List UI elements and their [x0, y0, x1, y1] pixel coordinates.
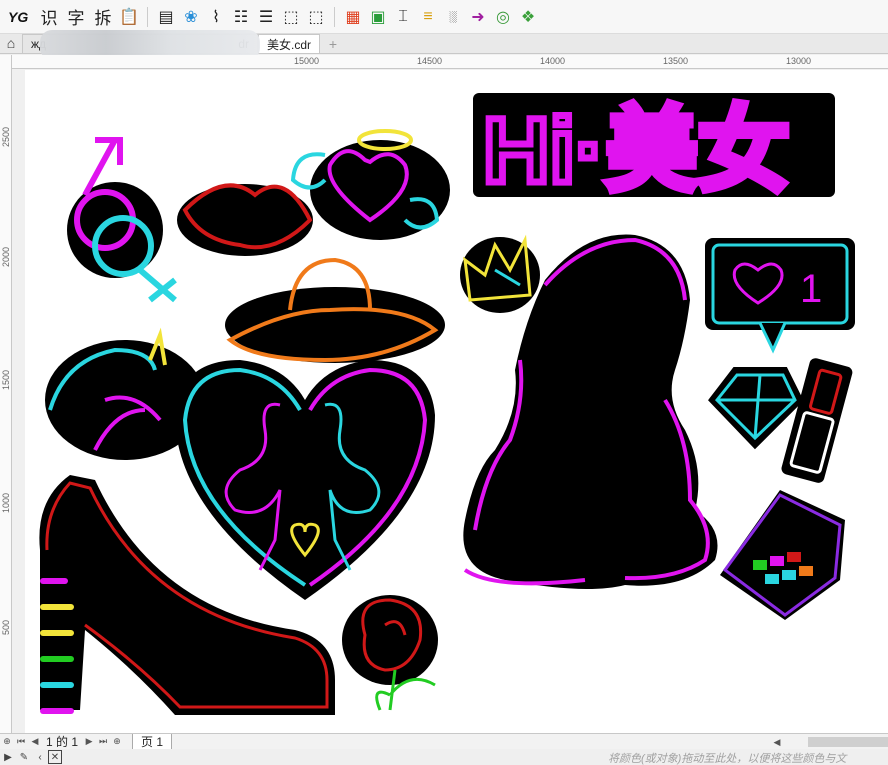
eyedropper-icon[interactable]: ✎: [16, 749, 32, 765]
text-frame-icon[interactable]: ⌶: [392, 6, 414, 28]
nodes-icon[interactable]: ⬚: [280, 6, 302, 28]
page-navigation-bar: ⊕ ⏮ ◀ 1 的 1 ▶ ⏭ ⊕ 页 1 ◀: [0, 733, 888, 750]
split-button[interactable]: 拆: [91, 6, 115, 28]
ruler-label: 13500: [663, 56, 689, 66]
last-page-icon[interactable]: ⏭: [96, 735, 110, 749]
page-status: 1 的 1: [46, 735, 79, 749]
clipboard-icon[interactable]: 📋: [118, 6, 140, 28]
add-page-after-icon[interactable]: ⊕: [110, 735, 124, 749]
lips-art: [177, 183, 313, 256]
scroll-thumb[interactable]: [808, 737, 888, 747]
drag-color-hint: 将颜色(或对象)拖动至此处，以便将这些颜色与文: [608, 753, 847, 765]
next-page-icon[interactable]: ▶: [82, 735, 96, 749]
rose-art: [342, 595, 438, 711]
horizontal-ruler[interactable]: 15000 14500 14000 13500 13000: [12, 55, 888, 69]
toolbar-divider: [147, 6, 148, 27]
winged-heart-art: [290, 129, 450, 240]
neon-artwork: Hi·美女 1: [39, 93, 855, 715]
headline-text: Hi·美女: [483, 100, 790, 202]
vertical-ruler[interactable]: 2500 2000 1500 1000 500: [0, 55, 12, 735]
scroll-left-icon[interactable]: ◀: [770, 737, 784, 748]
tab-active-document[interactable]: 美女.cdr: [258, 34, 321, 53]
text-button[interactable]: 字: [64, 6, 88, 28]
barcode-icon[interactable]: ░: [442, 6, 464, 28]
toolbar-divider: [334, 6, 335, 27]
palette-art: [720, 490, 845, 620]
page-tab[interactable]: 页 1: [132, 733, 173, 750]
no-fill-icon[interactable]: ✕: [48, 750, 62, 764]
crown-art: [460, 234, 540, 313]
flamingo-heart-art: [175, 360, 435, 600]
image-icon[interactable]: ▣: [367, 6, 389, 28]
drawing-canvas[interactable]: Hi·美女 1: [25, 70, 888, 733]
left-arrow-icon[interactable]: ‹: [32, 749, 48, 765]
ruler-label: 14500: [417, 56, 443, 66]
puzzle-icon[interactable]: ❖: [517, 6, 539, 28]
ruler-label: 1000: [1, 492, 11, 513]
yg-logo[interactable]: YG: [8, 9, 34, 25]
gender-symbol-art: [67, 137, 177, 303]
ruler-label: 2000: [1, 246, 11, 267]
curve-icon[interactable]: ⌇: [205, 6, 227, 28]
lines-icon[interactable]: ☰: [255, 6, 277, 28]
dashed-select-icon[interactable]: ⬚: [305, 6, 327, 28]
diamond-art: [708, 367, 804, 450]
recognize-button[interactable]: 识: [37, 6, 61, 28]
ruler-label: 500: [1, 619, 11, 635]
plugin-toolbar: YG 识 字 拆 📋 ▤ ❀ ⌇ ☷ ☰ ⬚ ⬚ ▦ ▣ ⌶ ≡ ░ ➜ ◎ ❖: [0, 0, 888, 34]
coreldraw-window: YG 识 字 拆 📋 ▤ ❀ ⌇ ☷ ☰ ⬚ ⬚ ▦ ▣ ⌶ ≡ ░ ➜ ◎ ❖…: [0, 0, 888, 765]
home-icon[interactable]: ⌂: [0, 33, 22, 53]
color-blocks-icon[interactable]: ▦: [342, 6, 364, 28]
ruler-label: 14000: [540, 56, 566, 66]
first-page-icon[interactable]: ⏮: [14, 735, 28, 749]
ruler-label: 13000: [786, 56, 812, 66]
globe-icon[interactable]: ◎: [492, 6, 514, 28]
arrow-icon[interactable]: ➜: [467, 6, 489, 28]
prev-page-icon[interactable]: ◀: [28, 735, 42, 749]
like-count: 1: [800, 267, 822, 311]
list-icon[interactable]: ≡: [417, 6, 439, 28]
flower-icon[interactable]: ❀: [180, 6, 202, 28]
ruler-label: 2500: [1, 126, 11, 147]
add-tab-icon[interactable]: +: [324, 35, 342, 53]
add-page-before-icon[interactable]: ⊕: [0, 735, 14, 749]
ruler-label: 15000: [294, 56, 320, 66]
status-bar: ▶ ✎ ‹ ✕ 将颜色(或对象)拖动至此处，以便将这些颜色与文: [0, 749, 888, 765]
like-bubble-art: 1: [705, 238, 855, 354]
horizontal-scrollbar[interactable]: ◀: [770, 734, 888, 750]
table-icon[interactable]: ▤: [155, 6, 177, 28]
ruler-label: 1500: [1, 369, 11, 390]
align-icon[interactable]: ☷: [230, 6, 252, 28]
expand-arrow-icon[interactable]: ▶: [0, 749, 16, 765]
hat-art: [225, 257, 445, 363]
